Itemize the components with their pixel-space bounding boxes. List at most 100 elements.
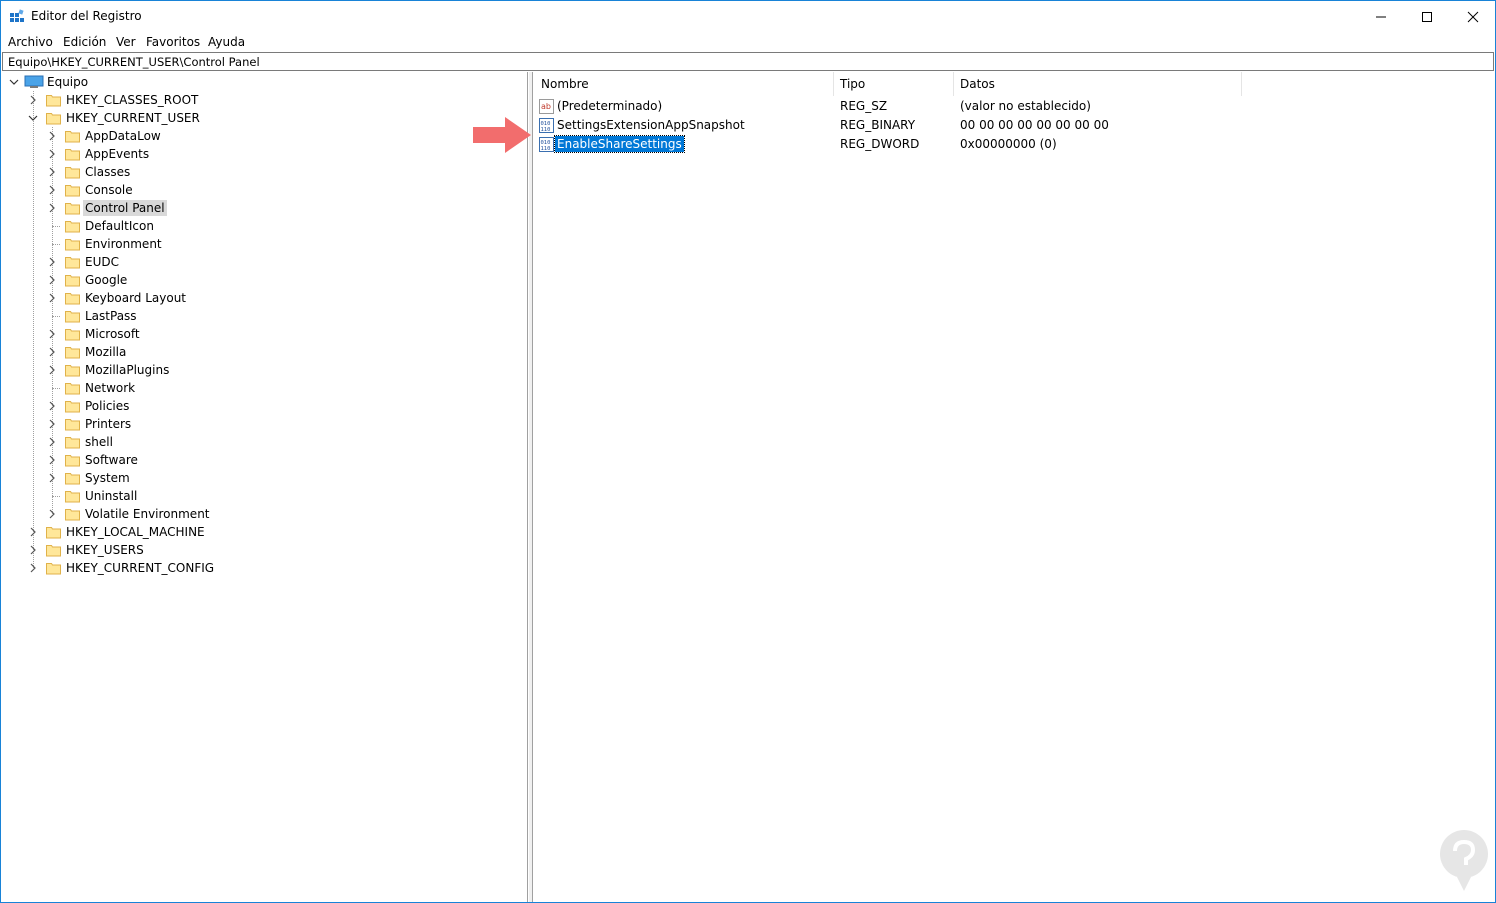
chevron-right-icon[interactable] [46, 454, 58, 466]
chevron-right-icon[interactable] [27, 94, 39, 106]
tree-label: shell [85, 435, 113, 449]
tree-node-key[interactable]: AppEvents [2, 145, 522, 163]
tree-node-key[interactable]: EUDC [2, 253, 522, 271]
tree-node-key[interactable]: Console [2, 181, 522, 199]
close-button[interactable] [1450, 1, 1496, 32]
key-tree-pane[interactable]: Equipo HKEY_CLASSES_ROOT HKEY_CURRENT_USE… [2, 72, 528, 902]
chevron-right-icon[interactable] [46, 148, 58, 160]
tree-node-hive[interactable]: HKEY_CURRENT_USER [2, 109, 522, 127]
chevron-right-icon[interactable] [46, 130, 58, 142]
chevron-right-icon[interactable] [27, 562, 39, 574]
tree-label: HKEY_CURRENT_CONFIG [66, 561, 215, 575]
tree-node-key[interactable]: Classes [2, 163, 522, 181]
tree-node-key[interactable]: shell [2, 433, 522, 451]
chevron-right-icon[interactable] [46, 418, 58, 430]
address-bar[interactable]: Equipo\HKEY_CURRENT_USER\Control Panel [2, 52, 1494, 71]
folder-icon [65, 435, 80, 449]
maximize-icon [1422, 11, 1432, 22]
menu-archivo[interactable]: Archivo [8, 35, 53, 49]
column-header-datos[interactable]: Datos [960, 77, 995, 91]
chevron-right-icon[interactable] [46, 436, 58, 448]
pane-splitter[interactable] [529, 72, 533, 902]
title-bar: Editor del Registro [1, 1, 1495, 32]
tree-node-key[interactable]: Control Panel [2, 199, 522, 217]
folder-icon [65, 165, 80, 179]
value-row[interactable]: ab (Predeterminado) REG_SZ (valor no establ… [534, 97, 1434, 116]
folder-icon [65, 453, 80, 467]
tree-node-key[interactable]: LastPass [2, 307, 522, 325]
tree-guide [52, 388, 60, 389]
tree-label: HKEY_LOCAL_MACHINE [66, 525, 205, 539]
chevron-right-icon[interactable] [46, 256, 58, 268]
chevron-right-icon[interactable] [46, 364, 58, 376]
value-row[interactable]: 010 110 SettingsExtensionAppSnapshot REG_BI… [534, 116, 1434, 135]
right-arrow-icon [473, 117, 531, 153]
chevron-right-icon[interactable] [27, 544, 39, 556]
tree-node-key[interactable]: Printers [2, 415, 522, 433]
column-header-tipo[interactable]: Tipo [840, 77, 865, 91]
tree-label: Google [85, 273, 128, 287]
column-separator[interactable] [953, 72, 954, 96]
tree-node-key[interactable]: Environment [2, 235, 522, 253]
chevron-right-icon[interactable] [46, 400, 58, 412]
tree-node-hive[interactable]: HKEY_CURRENT_CONFIG [2, 559, 522, 577]
tree-node-hive[interactable]: HKEY_USERS [2, 541, 522, 559]
tree-node-key[interactable]: DefaultIcon [2, 217, 522, 235]
value-row[interactable]: 010 110 EnableShareSettings REG_DWORD 0x0000… [534, 135, 1434, 154]
tree-node-key[interactable]: Volatile Environment [2, 505, 522, 523]
tree-node-key[interactable]: Network [2, 379, 522, 397]
chevron-right-icon[interactable] [27, 526, 39, 538]
folder-icon [65, 381, 80, 395]
chevron-down-icon[interactable] [27, 112, 39, 124]
folder-icon [65, 219, 80, 233]
chevron-right-icon[interactable] [46, 184, 58, 196]
column-header-nombre[interactable]: Nombre [541, 77, 589, 91]
tree-node-hive[interactable]: HKEY_CLASSES_ROOT [2, 91, 522, 109]
chevron-right-icon[interactable] [46, 166, 58, 178]
chevron-down-icon[interactable] [8, 76, 20, 88]
svg-text:110: 110 [541, 146, 551, 152]
tree-node-key[interactable]: Google [2, 271, 522, 289]
chevron-right-icon[interactable] [46, 202, 58, 214]
chevron-right-icon[interactable] [46, 292, 58, 304]
column-separator[interactable] [1241, 72, 1242, 96]
folder-icon [46, 111, 61, 125]
tree-node-key[interactable]: MozillaPlugins [2, 361, 522, 379]
column-separator[interactable] [833, 72, 834, 96]
tree-node-key[interactable]: Uninstall [2, 487, 522, 505]
chevron-right-icon[interactable] [46, 274, 58, 286]
menu-edicion[interactable]: Edición [63, 35, 106, 49]
tree-node-key[interactable]: Software [2, 451, 522, 469]
folder-icon [46, 561, 61, 575]
value-data: (valor no establecido) [960, 99, 1091, 113]
folder-icon [65, 417, 80, 431]
folder-icon [65, 489, 80, 503]
tree-label: LastPass [85, 309, 137, 323]
folder-icon [65, 471, 80, 485]
tree-node-key[interactable]: Keyboard Layout [2, 289, 522, 307]
menu-favoritos[interactable]: Favoritos [146, 35, 200, 49]
chevron-right-icon[interactable] [46, 508, 58, 520]
tree-node-key[interactable]: System [2, 469, 522, 487]
menu-ayuda[interactable]: Ayuda [208, 35, 245, 49]
tree-node-key[interactable]: Mozilla [2, 343, 522, 361]
tree-node-equipo[interactable]: Equipo [2, 73, 522, 91]
maximize-button[interactable] [1404, 1, 1450, 32]
minimize-button[interactable] [1358, 1, 1404, 32]
tree-guide [52, 316, 60, 317]
tree-node-key[interactable]: AppDataLow [2, 127, 522, 145]
chevron-right-icon[interactable] [46, 472, 58, 484]
tree-label: DefaultIcon [85, 219, 154, 233]
chevron-right-icon[interactable] [46, 346, 58, 358]
tree-node-key[interactable]: Policies [2, 397, 522, 415]
values-list-pane[interactable]: Nombre Tipo Datos ab (Predeterminado) REG_… [534, 72, 1495, 902]
computer-icon [24, 75, 44, 88]
folder-icon [46, 525, 61, 539]
tree-node-hive[interactable]: HKEY_LOCAL_MACHINE [2, 523, 522, 541]
folder-icon [65, 309, 80, 323]
chevron-right-icon[interactable] [46, 328, 58, 340]
tree-node-key[interactable]: Microsoft [2, 325, 522, 343]
tree-label: HKEY_CURRENT_USER [66, 111, 200, 125]
menu-ver[interactable]: Ver [116, 35, 136, 49]
minimize-icon [1376, 16, 1386, 17]
